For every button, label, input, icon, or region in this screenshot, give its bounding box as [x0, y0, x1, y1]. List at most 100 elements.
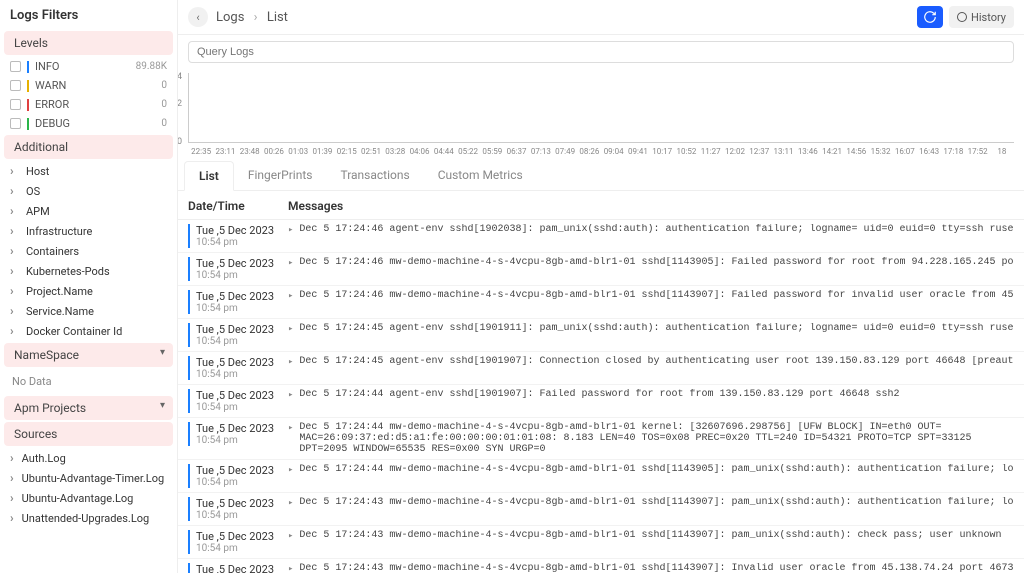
expand-caret-icon[interactable]: ▸: [288, 530, 293, 541]
namespace-nodata: No Data: [0, 369, 177, 394]
section-additional[interactable]: Additional: [4, 135, 173, 159]
log-time: 10:54 pm: [196, 270, 288, 281]
xtick: 13:11: [771, 147, 795, 156]
col-messages: Messages: [288, 199, 1014, 213]
additional-item[interactable]: Infrastructure: [0, 221, 177, 241]
xtick: 05:22: [456, 147, 480, 156]
source-item[interactable]: Unattended-Upgrades.Log: [0, 508, 177, 528]
expand-caret-icon[interactable]: ▸: [288, 290, 293, 301]
log-message-cell: ▸ Dec 5 17:24:44 mw-demo-machine-4-s-4vcp…: [288, 422, 1014, 455]
expand-caret-icon[interactable]: ▸: [288, 257, 293, 268]
additional-item[interactable]: Kubernetes-Pods: [0, 261, 177, 281]
log-row[interactable]: Tue ,5 Dec 202310:54 pm▸Dec 5 17:24:43 m…: [178, 526, 1024, 559]
level-color-bar: [27, 80, 29, 92]
section-apm-projects[interactable]: Apm Projects: [4, 396, 173, 420]
chevron-left-icon: ‹: [196, 11, 199, 24]
source-item[interactable]: Auth.Log: [0, 448, 177, 468]
xtick: 14:56: [844, 147, 868, 156]
additional-label: APM: [26, 205, 50, 218]
checkbox-icon[interactable]: [10, 80, 21, 91]
log-row[interactable]: Tue ,5 Dec 202310:54 pm▸Dec 5 17:24:46 m…: [178, 253, 1024, 286]
level-warn[interactable]: WARN0: [0, 76, 177, 95]
level-info[interactable]: INFO89.88K: [0, 57, 177, 76]
source-label: Unattended-Upgrades.Log: [22, 512, 150, 525]
log-row[interactable]: Tue ,5 Dec 202310:54 pm▸Dec 5 17:24:45 a…: [178, 319, 1024, 352]
additional-label: OS: [26, 185, 40, 198]
log-message: Dec 5 17:24:45 agent-env sshd[1901907]: …: [299, 356, 1014, 367]
additional-item[interactable]: OS: [0, 181, 177, 201]
xtick: 02:15: [335, 147, 359, 156]
xtick: 09:41: [626, 147, 650, 156]
additional-item[interactable]: Project.Name: [0, 281, 177, 301]
xtick: 17:52: [966, 147, 990, 156]
log-row[interactable]: Tue ,5 Dec 202310:54 pm▸Dec 5 17:24:43 m…: [178, 559, 1024, 573]
section-namespace[interactable]: NameSpace: [4, 343, 173, 367]
expand-caret-icon[interactable]: ▸: [288, 323, 293, 334]
xtick: 02:51: [359, 147, 383, 156]
source-label: Auth.Log: [22, 452, 66, 465]
log-date: Tue ,5 Dec 2023: [196, 563, 288, 573]
level-debug[interactable]: DEBUG0: [0, 114, 177, 133]
xtick: 07:49: [553, 147, 577, 156]
additional-label: Docker Container Id: [26, 325, 122, 338]
log-date: Tue ,5 Dec 2023: [196, 356, 288, 369]
log-datetime: Tue ,5 Dec 202310:54 pm: [188, 464, 288, 488]
additional-item[interactable]: Docker Container Id: [0, 321, 177, 341]
crumb-logs[interactable]: Logs: [216, 10, 244, 25]
additional-label: Kubernetes-Pods: [26, 265, 110, 278]
tab-list[interactable]: List: [184, 161, 234, 191]
expand-caret-icon[interactable]: ▸: [288, 224, 293, 235]
log-row[interactable]: Tue ,5 Dec 202310:54 pm▸Dec 5 17:24:43 m…: [178, 493, 1024, 526]
additional-item[interactable]: Host: [0, 161, 177, 181]
source-item[interactable]: Ubuntu-Advantage.Log: [0, 488, 177, 508]
log-message-cell: ▸Dec 5 17:24:46 mw-demo-machine-4-s-4vcp…: [288, 257, 1014, 268]
expand-caret-icon[interactable]: ▸: [288, 497, 293, 508]
additional-item[interactable]: Service.Name: [0, 301, 177, 321]
level-count: 89.88K: [136, 61, 167, 72]
tab-fingerprints[interactable]: FingerPrints: [234, 161, 327, 190]
back-button[interactable]: ‹: [188, 7, 208, 27]
tab-custom-metrics[interactable]: Custom Metrics: [424, 161, 537, 190]
log-time: 10:54 pm: [196, 336, 288, 347]
history-button[interactable]: History: [949, 6, 1014, 28]
checkbox-icon[interactable]: [10, 99, 21, 110]
xtick: 06:37: [504, 147, 528, 156]
level-error[interactable]: ERROR0: [0, 95, 177, 114]
crumb-list: List: [267, 10, 288, 25]
additional-label: Infrastructure: [26, 225, 92, 238]
log-row[interactable]: Tue ,5 Dec 202310:54 pm▸ Dec 5 17:24:44 m…: [178, 460, 1024, 493]
section-sources[interactable]: Sources: [4, 422, 173, 446]
expand-caret-icon[interactable]: ▸: [288, 389, 293, 400]
log-date: Tue ,5 Dec 2023: [196, 389, 288, 402]
log-row[interactable]: Tue ,5 Dec 202310:54 pm▸Dec 5 17:24:44 m…: [178, 418, 1024, 460]
expand-caret-icon[interactable]: ▸: [288, 464, 293, 475]
additional-item[interactable]: Containers: [0, 241, 177, 261]
xtick: 10:17: [650, 147, 674, 156]
log-row[interactable]: Tue ,5 Dec 202310:54 pm▸Dec 5 17:24:46 m…: [178, 286, 1024, 319]
expand-caret-icon[interactable]: ▸: [288, 356, 293, 367]
expand-caret-icon[interactable]: ▸: [288, 422, 293, 433]
log-message: Dec 5 17:24:43 mw-demo-machine-4-s-4vcpu…: [299, 530, 1001, 541]
additional-item[interactable]: APM: [0, 201, 177, 221]
source-item[interactable]: Ubuntu-Advantage-Timer.Log: [0, 468, 177, 488]
tab-transactions[interactable]: Transactions: [326, 161, 423, 190]
log-row[interactable]: Tue ,5 Dec 202310:54 pm▸Dec 5 17:24:46 a…: [178, 220, 1024, 253]
log-message: Dec 5 17:24:44 mw-demo-machine-4-s-4vcpu…: [299, 422, 1014, 455]
logs-chart[interactable]: 4 2 0 22:3523:1123:4800:2601:0301:3902:1…: [188, 73, 1014, 143]
log-row[interactable]: Tue ,5 Dec 202310:54 pm▸Dec 5 17:24:45 a…: [178, 352, 1024, 385]
log-time: 10:54 pm: [196, 435, 288, 446]
additional-label: Containers: [26, 245, 79, 258]
log-message: Dec 5 17:24:44 mw-demo-machine-4-s-4vcpu…: [299, 464, 1014, 475]
section-levels[interactable]: Levels: [4, 31, 173, 55]
log-datetime: Tue ,5 Dec 202310:54 pm: [188, 257, 288, 281]
xtick: 05:59: [480, 147, 504, 156]
expand-caret-icon[interactable]: ▸: [288, 563, 293, 573]
checkbox-icon[interactable]: [10, 118, 21, 129]
checkbox-icon[interactable]: [10, 61, 21, 72]
ytick: 2: [178, 99, 182, 109]
log-table-body[interactable]: Tue ,5 Dec 202310:54 pm▸Dec 5 17:24:46 a…: [178, 220, 1024, 573]
log-row[interactable]: Tue ,5 Dec 202310:54 pm▸Dec 5 17:24:44 a…: [178, 385, 1024, 418]
sidebar-title: Logs Filters: [0, 0, 177, 29]
query-input[interactable]: [188, 41, 1014, 63]
refresh-button[interactable]: [917, 6, 943, 28]
